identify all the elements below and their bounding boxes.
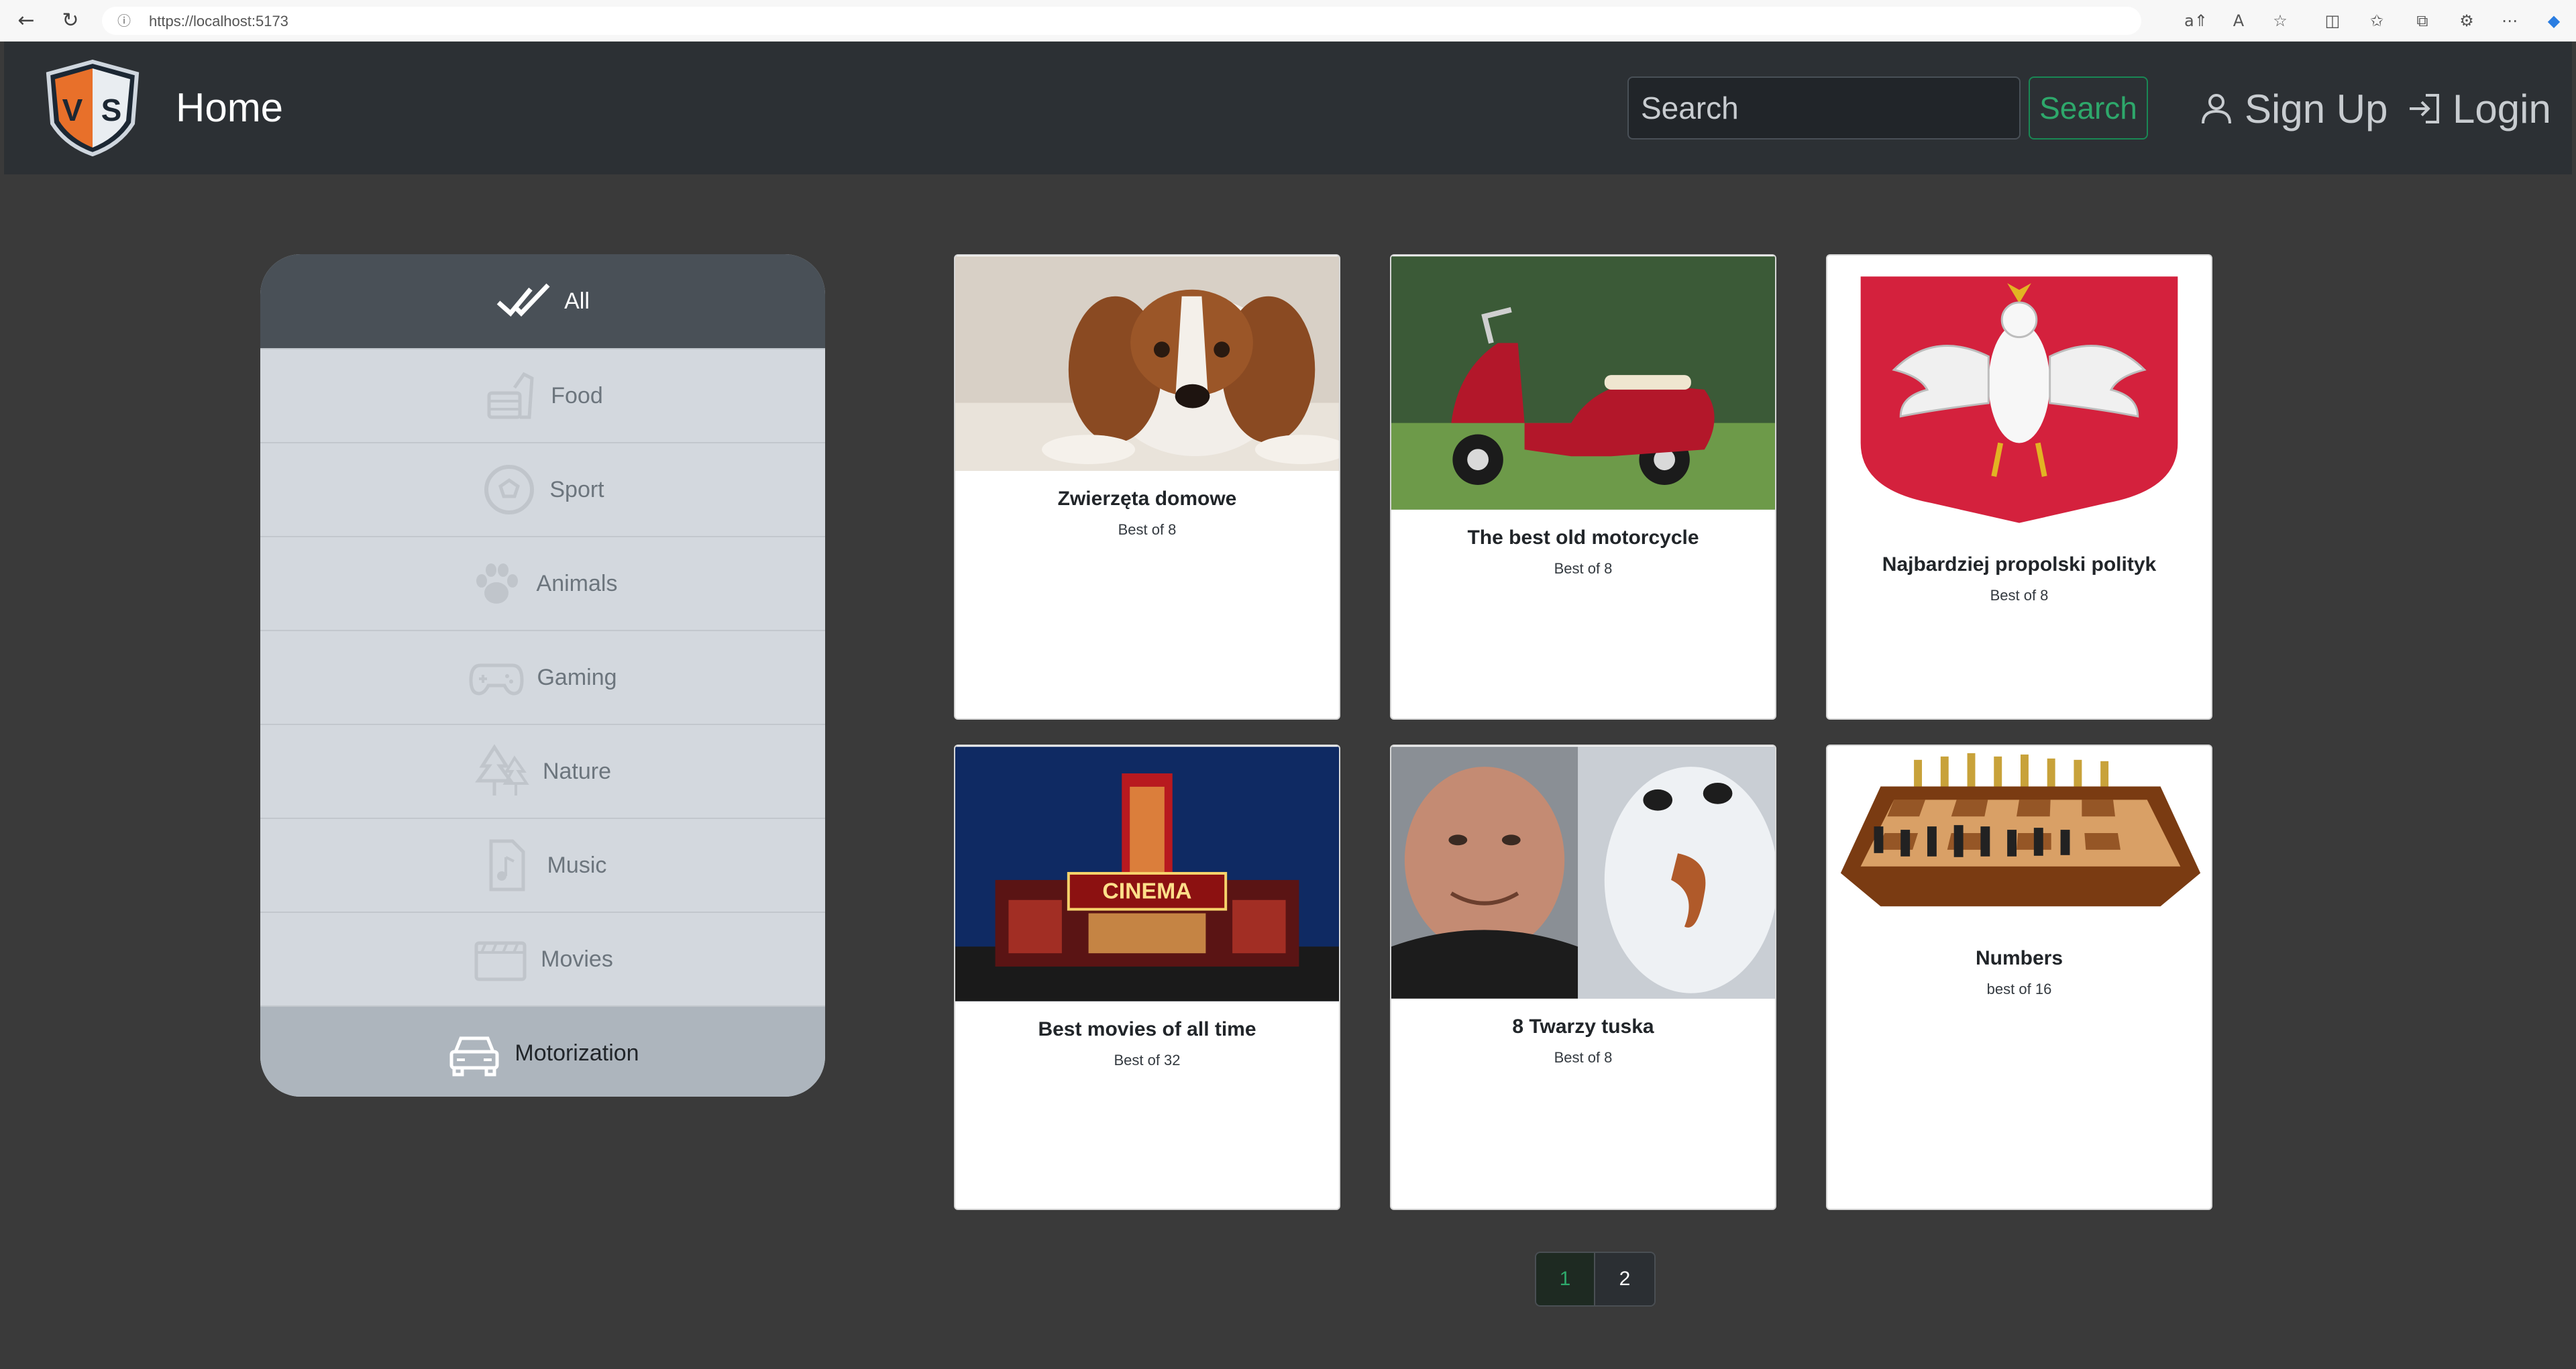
polish-eagle-emblem — [1827, 256, 2211, 537]
favorites-icon[interactable]: ✩ — [2365, 9, 2388, 32]
login-label: Login — [2453, 86, 2551, 131]
music-file-icon — [489, 839, 525, 891]
trees-icon — [475, 744, 529, 796]
card-title: Zwierzęta domowe — [1057, 488, 1237, 510]
search-button[interactable]: Search — [2029, 76, 2148, 140]
card-subtitle: Best of 8 — [1554, 1049, 1613, 1066]
page-2-button[interactable]: 2 — [1595, 1253, 1654, 1305]
card-title: Numbers — [1975, 947, 2063, 969]
card-subtitle: Best of 32 — [1114, 1052, 1181, 1069]
svg-text:CINEMA: CINEMA — [1102, 879, 1191, 904]
person-icon — [2202, 94, 2231, 124]
read-aloud-icon[interactable]: a⇑ — [2184, 9, 2208, 32]
card-propolski-polityk[interactable]: Najbardziej propolski polityk Best of 8 — [1826, 254, 2212, 720]
app-navbar: V S Home Search Sign Up Login — [4, 42, 2572, 174]
category-label: Sport — [549, 476, 604, 502]
soccer-ball-icon — [484, 465, 535, 514]
vs-shield-logo[interactable]: V S — [39, 59, 146, 157]
red-scooter-photo — [1391, 256, 1775, 510]
category-label: Motorization — [515, 1040, 639, 1066]
back-icon[interactable]: ← — [15, 9, 38, 32]
category-movies[interactable]: Movies — [260, 912, 825, 1005]
card-old-motorcycle[interactable]: The best old motorcycle Best of 8 — [1390, 254, 1776, 720]
card-twarzy-tuska[interactable]: 8 Twarzy tuska Best of 8 — [1390, 745, 1776, 1210]
login-arrow-icon — [2410, 94, 2439, 123]
category-label: Animals — [536, 570, 618, 596]
category-label: Movies — [541, 946, 613, 972]
card-numbers[interactable]: Numbers best of 16 — [1826, 745, 2212, 1210]
card-subtitle: best of 16 — [1986, 981, 2052, 997]
category-label: Music — [547, 852, 607, 878]
logo-letter-s: S — [101, 93, 122, 127]
site-info-icon[interactable]: ⓘ — [115, 12, 133, 30]
category-label: Gaming — [537, 664, 617, 690]
category-label: Food — [551, 382, 603, 408]
category-food[interactable]: Food — [260, 348, 825, 442]
card-title: Najbardziej propolski polityk — [1882, 553, 2157, 576]
category-sidebar: All Food Sport Animals Gaming Nature Mus… — [260, 254, 825, 1097]
split-screen-icon[interactable]: ◫ — [2321, 9, 2344, 32]
gamepad-icon — [469, 663, 524, 696]
chess-board-photo — [1827, 746, 2211, 931]
film-icon — [474, 941, 527, 981]
page-title[interactable]: Home — [176, 85, 283, 131]
category-label: Nature — [542, 758, 612, 784]
collections-icon[interactable]: ⧉ — [2411, 9, 2434, 32]
card-best-movies[interactable]: CINEMA Best movies of all time Best of 3… — [954, 745, 1340, 1210]
category-label: All — [564, 288, 590, 314]
fast-food-icon — [487, 372, 534, 419]
card-zwierzeta-domowe[interactable]: Zwierzęta domowe Best of 8 — [954, 254, 1340, 720]
card-subtitle: Best of 8 — [1990, 587, 2049, 604]
dog-photo — [955, 256, 1339, 471]
refresh-icon[interactable]: ↻ — [59, 9, 82, 32]
category-motorization[interactable]: Motorization — [260, 1005, 825, 1097]
pagination: 1 2 — [1535, 1252, 1656, 1307]
url-text: https://localhost:5173 — [149, 13, 288, 30]
category-gaming[interactable]: Gaming — [260, 630, 825, 724]
category-music[interactable]: Music — [260, 818, 825, 912]
cinema-photo: CINEMA — [955, 747, 1339, 1001]
page-1-button[interactable]: 1 — [1536, 1253, 1595, 1305]
sign-up-link[interactable]: Sign Up — [2198, 82, 2387, 135]
car-icon — [449, 1036, 499, 1077]
more-menu-icon[interactable]: ⋯ — [2498, 9, 2521, 32]
category-animals[interactable]: Animals — [260, 536, 825, 630]
category-nature[interactable]: Nature — [260, 724, 825, 818]
selfie-snowman-photo — [1391, 747, 1775, 999]
text-size-icon[interactable]: A — [2227, 9, 2250, 32]
copilot-icon[interactable]: ◆ — [2542, 9, 2565, 32]
logo-letter-v: V — [62, 93, 83, 127]
card-title: The best old motorcycle — [1467, 527, 1699, 549]
category-all[interactable]: All — [260, 254, 825, 348]
card-title: 8 Twarzy tuska — [1512, 1016, 1654, 1038]
address-bar[interactable]: ⓘ https://localhost:5173 — [102, 7, 2141, 35]
paw-icon — [476, 563, 518, 604]
card-title: Best movies of all time — [1038, 1018, 1256, 1040]
sign-up-label: Sign Up — [2245, 86, 2388, 131]
extensions-icon[interactable]: ⚙ — [2455, 9, 2478, 32]
login-link[interactable]: Login — [2406, 82, 2551, 135]
category-sport[interactable]: Sport — [260, 442, 825, 536]
double-check-icon — [496, 283, 550, 317]
card-subtitle: Best of 8 — [1118, 521, 1177, 538]
favorite-star-icon[interactable]: ☆ — [2269, 9, 2292, 32]
card-subtitle: Best of 8 — [1554, 560, 1613, 577]
browser-toolbar: ← ↻ ⓘ https://localhost:5173 a⇑ A ☆ ◫ ✩ … — [0, 0, 2576, 42]
search-input[interactable] — [1627, 76, 2021, 140]
